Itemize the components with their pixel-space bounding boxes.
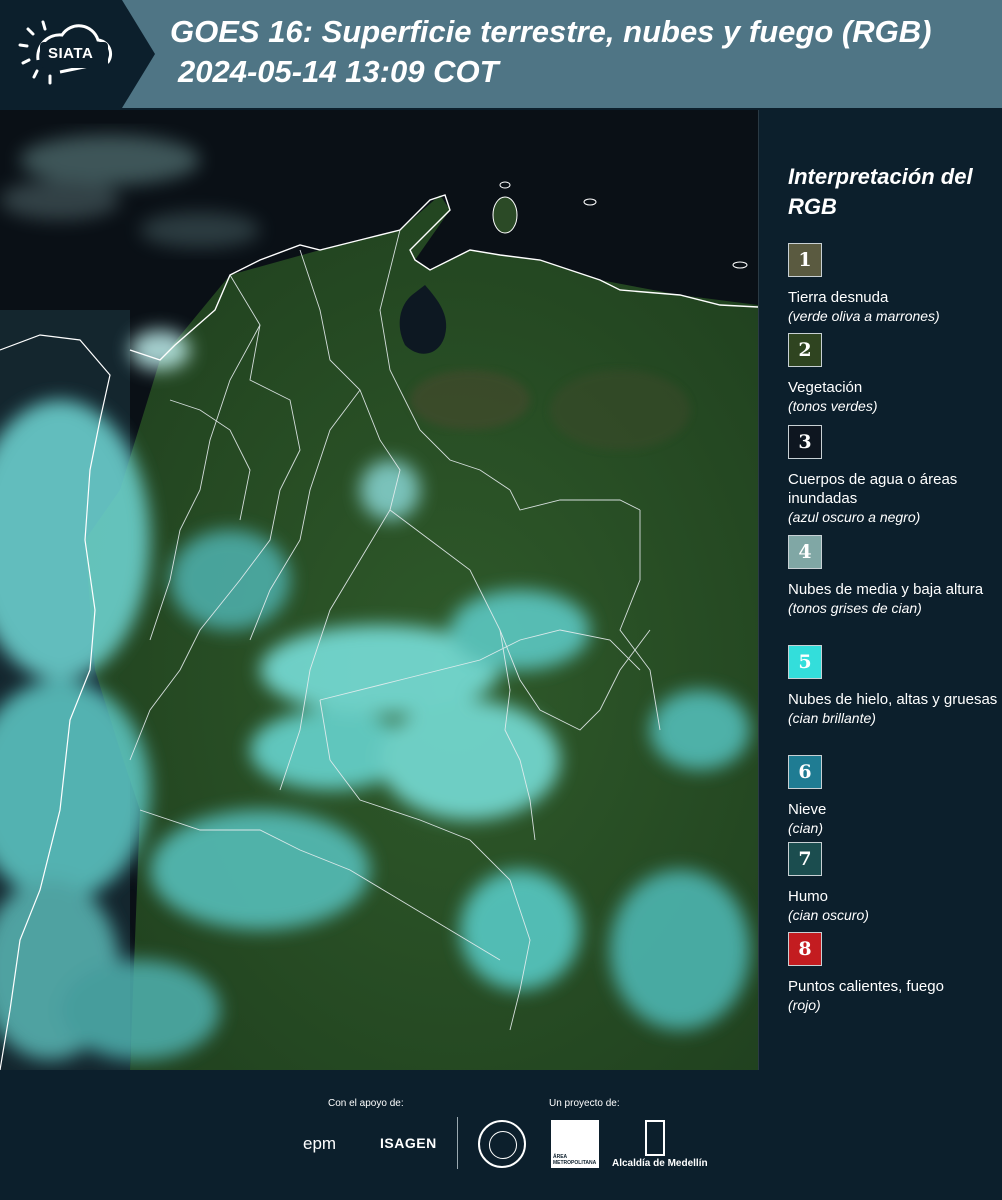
legend-item-label: Cuerpos de agua o áreas inundadas xyxy=(788,471,958,507)
legend-item: 2 Vegetación (tonos verdes) xyxy=(788,333,998,416)
legend-item: 1 Tierra desnuda (verde oliva a marrones) xyxy=(788,243,998,326)
support-label: Con el apoyo de: xyxy=(328,1098,404,1109)
legend-swatch: 2 xyxy=(788,333,822,367)
legend-swatch: 6 xyxy=(788,755,822,789)
legend-item-desc: (azul oscuro a negro) xyxy=(788,509,921,525)
legend-item-desc: (cian brillante) xyxy=(788,710,876,726)
legend-item: 5 Nubes de hielo, altas y gruesas (cian br… xyxy=(788,645,998,728)
footer-divider xyxy=(457,1117,458,1169)
legend-panel: Interpretación del RGB 1 Tierra desnuda (v… xyxy=(775,110,1000,1070)
page-subtitle-date: 2024-05-14 13:09 COT xyxy=(178,54,499,89)
project-label: Un proyecto de: xyxy=(549,1098,620,1109)
legend-item-label: Nieve xyxy=(788,801,827,818)
legend-item: 8 Puntos calientes, fuego (rojo) xyxy=(788,932,998,1015)
legend-item-label: Tierra desnuda xyxy=(788,289,889,306)
legend-item-desc: (rojo) xyxy=(788,997,821,1013)
legend-swatch: 7 xyxy=(788,842,822,876)
siata-logo: SIATA xyxy=(0,0,155,108)
legend-swatch: 5 xyxy=(788,645,822,679)
legend-item: 3 Cuerpos de agua o áreas inundadas (azul … xyxy=(788,425,998,527)
alcaldia-label: Alcaldía de Medellín xyxy=(612,1158,708,1169)
epm-logo: epm xyxy=(303,1134,337,1153)
legend-item-desc: (cian oscuro) xyxy=(788,907,869,923)
legend-item-desc: (tonos grises de cian) xyxy=(788,600,922,616)
legend-item-label: Vegetación xyxy=(788,379,863,396)
legend-item-label: Nubes de media y baja altura xyxy=(788,581,984,598)
area-metropolitana-logo: ÁREA METROPOLITANA xyxy=(551,1120,599,1168)
legend-item-desc: (verde oliva a marrones) xyxy=(788,308,940,324)
legend-item-label: Nubes de hielo, altas y gruesas xyxy=(788,691,998,708)
legend-item: 6 Nieve (cian) xyxy=(788,755,998,838)
page-title: GOES 16: Superficie terrestre, nubes y f… xyxy=(170,14,932,49)
legend-swatch: 4 xyxy=(788,535,822,569)
legend-swatch: 1 xyxy=(788,243,822,277)
satellite-map xyxy=(0,110,759,1070)
legend-item-label: Humo xyxy=(788,888,829,905)
legend-item-label: Puntos calientes, fuego xyxy=(788,978,944,995)
header-bar: SIATA GOES 16: Superficie terrestre, nub… xyxy=(0,0,1002,108)
legend-swatch: 8 xyxy=(788,932,822,966)
legend-swatch: 3 xyxy=(788,425,822,459)
alcaldia-logo xyxy=(645,1120,665,1156)
legend-item: 7 Humo (cian oscuro) xyxy=(788,842,998,925)
legend-item: 4 Nubes de media y baja altura (tonos gris… xyxy=(788,535,998,618)
legend-item-desc: (tonos verdes) xyxy=(788,398,878,414)
logo-text: SIATA xyxy=(48,45,94,62)
legend-title: Interpretación del RGB xyxy=(788,164,973,219)
seal-icon xyxy=(478,1120,526,1168)
footer: Con el apoyo de: Un proyecto de: epm ISA… xyxy=(0,1072,1002,1200)
isagen-logo: ISAGEN xyxy=(380,1135,437,1151)
legend-item-desc: (cian) xyxy=(788,820,824,836)
